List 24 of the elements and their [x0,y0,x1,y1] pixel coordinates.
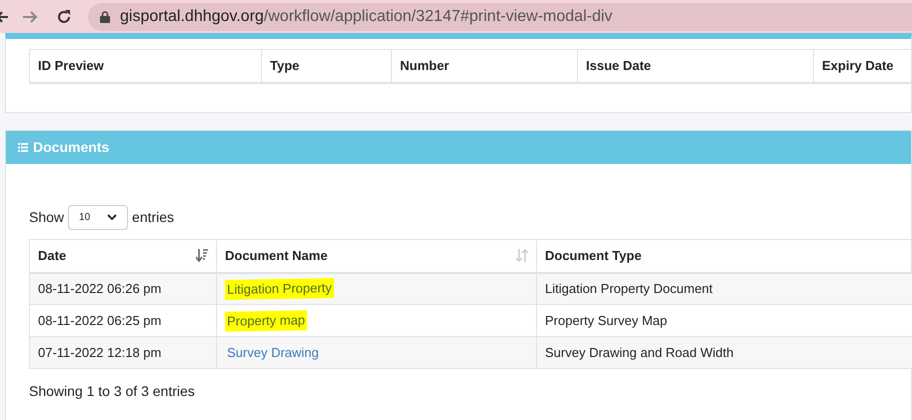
sort-icon [516,249,528,262]
chevron-down-icon [107,214,118,221]
document-link[interactable]: Litigation Property [225,278,334,300]
column-header: Number [392,50,578,82]
forward-arrow-icon[interactable] [22,8,38,24]
address-bar[interactable]: gisportal.dhhgov.org/workflow/application/32147#print-view-modal-div [88,2,912,30]
document-link[interactable]: Survey Drawing [225,342,321,362]
show-label: Show [29,208,64,227]
reload-icon[interactable] [56,8,72,24]
entries-label: entries [132,208,174,227]
lock-icon [100,10,110,22]
entries-select[interactable]: 10 [68,205,128,230]
column-header: Expiry Date [814,50,912,82]
column-header: ID Preview [30,50,262,82]
table-info: Showing 1 to 3 of 3 entries [29,382,195,401]
back-arrow-icon[interactable] [0,10,8,24]
column-header: Type [262,50,392,82]
column-header: Issue Date [578,50,814,82]
document-link[interactable]: Property map [225,310,308,331]
sort-descending-icon [196,249,208,262]
date-cell: 07-11-2022 12:18 pm [30,336,216,368]
card-title: Documents [33,138,110,157]
list-icon [18,143,28,152]
url-text: gisportal.dhhgov.org/workflow/application/32147#print-view-modal-div [120,6,612,26]
